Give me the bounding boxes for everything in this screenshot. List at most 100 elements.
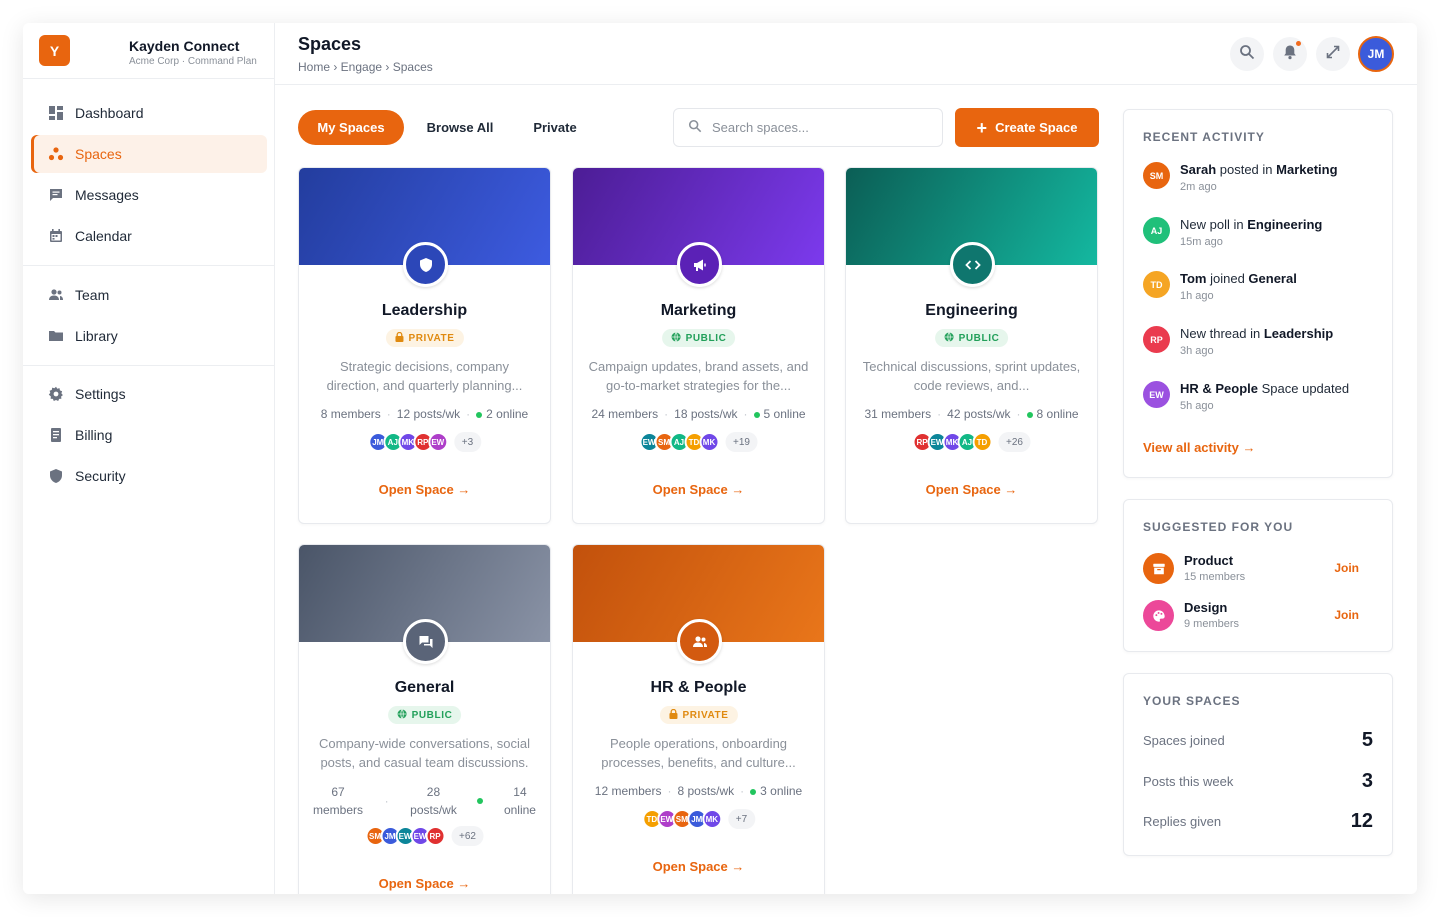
- sidebar-item-messages[interactable]: Messages: [31, 176, 267, 214]
- billing-icon: [47, 426, 65, 444]
- sidebar-item-calendar[interactable]: Calendar: [31, 217, 267, 255]
- sidebar-item-dashboard[interactable]: Dashboard: [31, 94, 267, 132]
- suggested-meta: 9 members: [1184, 618, 1240, 630]
- privacy-badge: PUBLIC: [934, 329, 1009, 347]
- more-members-badge: +7: [727, 809, 756, 829]
- brand-name: Kayden Connect: [129, 38, 240, 54]
- view-all-activity-link[interactable]: View all activity →: [1143, 440, 1255, 455]
- open-space-link[interactable]: Open Space →: [299, 876, 550, 891]
- breadcrumb[interactable]: Home › Engage › Spaces: [298, 60, 433, 74]
- activity-time: 3h ago: [1180, 345, 1214, 357]
- create-space-button[interactable]: + Create Space: [955, 108, 1099, 147]
- tab-private[interactable]: Private: [520, 110, 590, 145]
- search-button[interactable]: [1230, 37, 1264, 71]
- sidebar-item-billing[interactable]: Billing: [31, 416, 267, 454]
- open-space-link[interactable]: Open Space →: [846, 482, 1097, 497]
- search-icon: [688, 119, 702, 136]
- space-name: Engineering: [925, 302, 1018, 319]
- suggested-item: Product 15 members Join: [1143, 553, 1373, 585]
- privacy-badge: PRIVATE: [659, 706, 738, 724]
- post-rate: 42 posts/wk: [947, 407, 1011, 421]
- space-card-engineering[interactable]: Engineering PUBLIC Technical discussions…: [845, 167, 1098, 524]
- sidebar-item-label: Team: [75, 287, 110, 303]
- activity-time: 15m ago: [1180, 236, 1223, 248]
- box-icon: [1143, 553, 1174, 584]
- avatar: MK: [701, 809, 722, 829]
- search-input[interactable]: [712, 120, 912, 135]
- notifications-button[interactable]: [1273, 37, 1307, 71]
- tab-my-spaces[interactable]: My Spaces: [298, 110, 404, 145]
- chat-icon: [403, 619, 448, 664]
- brand-logo[interactable]: Y: [39, 35, 70, 66]
- sidebar-item-label: Dashboard: [75, 105, 144, 121]
- activity-text: HR & People Space updated: [1180, 381, 1350, 396]
- lock-icon: [394, 331, 403, 345]
- space-name: Marketing: [660, 302, 737, 319]
- space-card-marketing[interactable]: Marketing PUBLIC Campaign updates, brand…: [572, 167, 825, 524]
- member-avatars: SM JM EW EW RP +62: [365, 826, 484, 846]
- space-card-general[interactable]: General PUBLIC Company-wide conversation…: [298, 544, 551, 894]
- privacy-badge: PRIVATE: [385, 329, 464, 347]
- avatar: TD: [1143, 271, 1170, 298]
- shield-icon: [403, 242, 448, 287]
- open-space-link[interactable]: Open Space →: [573, 859, 824, 874]
- calendar-icon: [47, 227, 65, 245]
- stat-row: Spaces joined 5: [1143, 729, 1373, 753]
- stat-label: Posts this week: [1143, 774, 1234, 789]
- space-name: Leadership: [381, 302, 468, 319]
- member-count: 31 members: [864, 407, 932, 421]
- stat-value: 5: [1361, 729, 1373, 751]
- privacy-badge: PUBLIC: [387, 706, 462, 724]
- sidebar-item-library[interactable]: Library: [31, 317, 267, 355]
- join-button[interactable]: Join: [1334, 561, 1359, 575]
- space-description: Technical discussions, sprint updates, c…: [862, 359, 1081, 393]
- activity-text: Sarah posted in Marketing: [1180, 162, 1338, 177]
- member-avatars: EW SM AJ TD MK +19: [639, 432, 758, 452]
- join-button[interactable]: Join: [1334, 608, 1359, 622]
- top-header: Spaces Home › Engage › Spaces JM: [275, 23, 1417, 85]
- online-dot: [750, 788, 757, 795]
- space-card-leadership[interactable]: Leadership PRIVATE Strategic decisions, …: [298, 167, 551, 524]
- panel-title: SUGGESTED FOR YOU: [1143, 520, 1294, 534]
- online-dot: [1026, 411, 1033, 418]
- tab-browse-all[interactable]: Browse All: [416, 110, 504, 145]
- open-space-link[interactable]: Open Space →: [299, 482, 550, 497]
- your-spaces-panel: YOUR SPACES Spaces joined 5 Posts this w…: [1123, 673, 1393, 856]
- open-space-link[interactable]: Open Space →: [573, 482, 824, 497]
- code-icon: [950, 242, 995, 287]
- space-card-hr-people[interactable]: HR & People PRIVATE People operations, o…: [572, 544, 825, 894]
- activity-text: New poll in Engineering: [1180, 217, 1323, 232]
- online-dot: [476, 411, 483, 418]
- post-rate: 12 posts/wk: [396, 407, 461, 421]
- member-count: 8 members: [320, 407, 381, 421]
- fullscreen-button[interactable]: [1316, 37, 1350, 71]
- sidebar-item-settings[interactable]: Settings: [31, 375, 267, 413]
- space-stats: 24 members · 18 posts/wk · 5 online: [591, 407, 806, 421]
- lock-icon: [668, 708, 677, 722]
- more-members-badge: +26: [998, 432, 1031, 452]
- avatar: SM: [1143, 162, 1170, 189]
- more-members-badge: +62: [451, 826, 484, 846]
- sidebar-nav-account: Settings Billing Security: [31, 375, 267, 498]
- palette-icon: [1143, 600, 1174, 631]
- search-box[interactable]: [673, 108, 943, 147]
- panel-title: RECENT ACTIVITY: [1143, 130, 1265, 144]
- user-avatar[interactable]: JM: [1358, 36, 1394, 72]
- sidebar-item-team[interactable]: Team: [31, 276, 267, 314]
- sidebar-divider: [23, 265, 274, 266]
- sidebar-item-spaces[interactable]: Spaces: [31, 135, 267, 173]
- sidebar-nav-workspace: Team Library: [31, 276, 267, 358]
- messages-icon: [47, 186, 65, 204]
- suggested-panel: SUGGESTED FOR YOU Product 15 members Joi…: [1123, 499, 1393, 652]
- sidebar-item-label: Library: [75, 328, 118, 344]
- sidebar-divider: [23, 365, 274, 366]
- sidebar-item-security[interactable]: Security: [31, 457, 267, 495]
- stat-label: Replies given: [1143, 814, 1222, 829]
- activity-text: Tom joined General: [1180, 271, 1297, 286]
- online-dot: [477, 798, 484, 804]
- online-count: 8 online: [1036, 407, 1079, 421]
- globe-icon: [397, 708, 407, 722]
- sidebar-item-label: Security: [75, 468, 126, 484]
- post-rate: 8 posts/wk: [677, 784, 735, 798]
- suggested-name: Product: [1184, 553, 1234, 568]
